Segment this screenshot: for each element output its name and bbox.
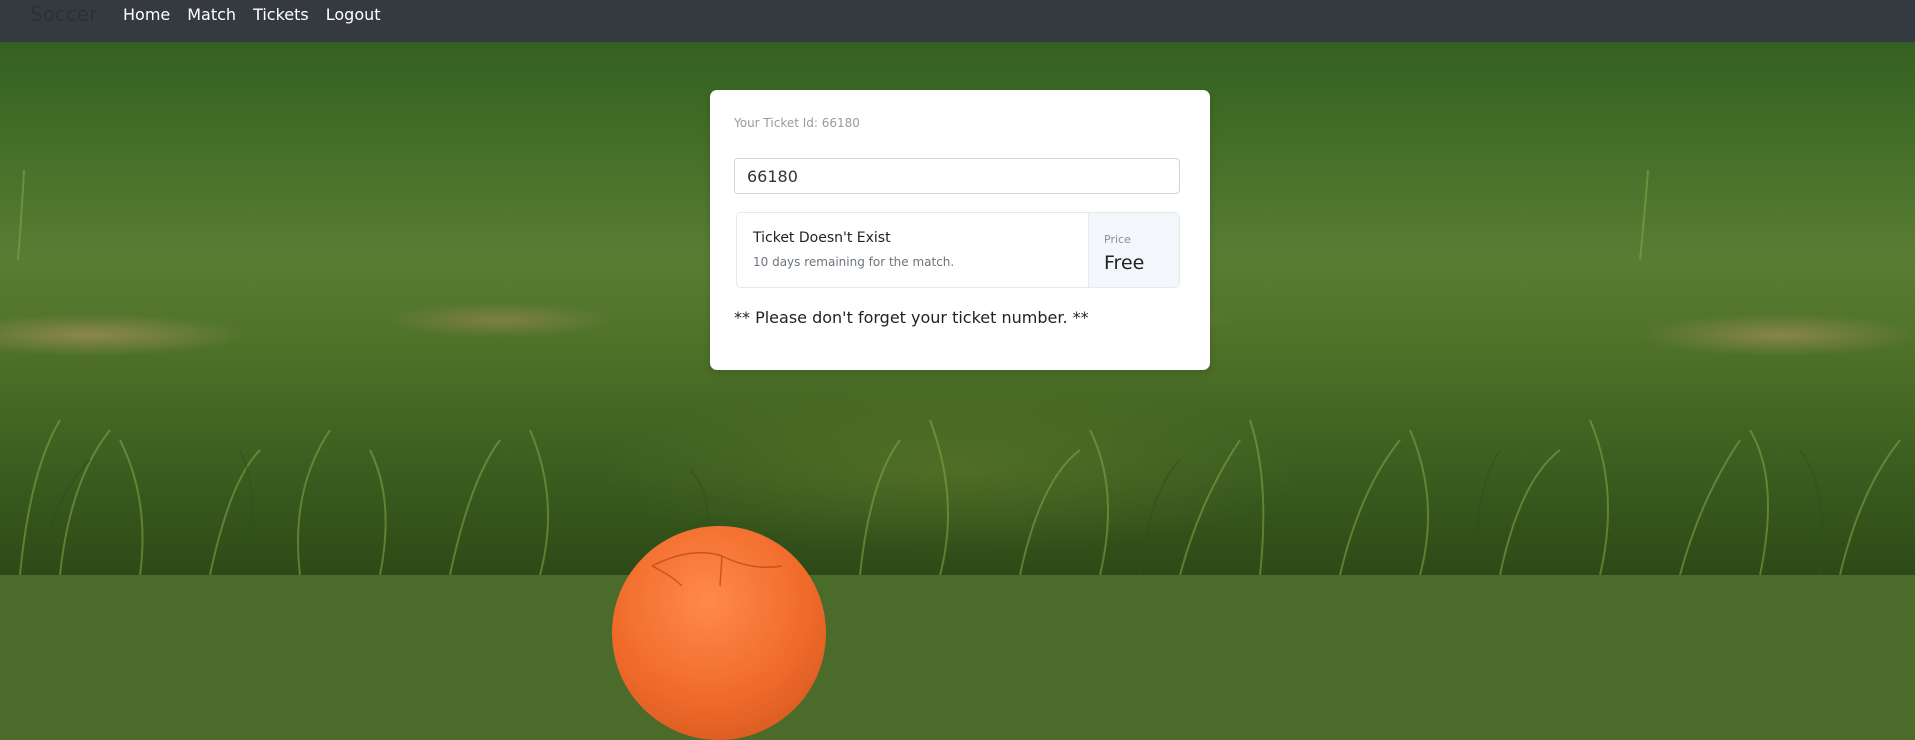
- brand-logo[interactable]: Soccer: [30, 2, 97, 26]
- nav-link-match[interactable]: Match: [187, 5, 245, 24]
- ticket-status-section: Ticket Doesn't Exist 10 days remaining f…: [737, 213, 1088, 287]
- ticket-id-label: Your Ticket Id: 66180: [734, 116, 860, 130]
- price-label: Price: [1104, 233, 1131, 246]
- nav-links: Home Match Tickets Logout: [123, 5, 398, 24]
- reminder-text: ** Please don't forget your ticket numbe…: [734, 308, 1089, 327]
- nav-link-home[interactable]: Home: [123, 5, 179, 24]
- ticket-status: Ticket Doesn't Exist: [753, 230, 891, 246]
- ball-seams: [651, 551, 783, 586]
- top-navbar: Soccer Home Match Tickets Logout: [0, 0, 1915, 42]
- nav-link-tickets[interactable]: Tickets: [253, 5, 318, 24]
- price-section: Price Free: [1088, 213, 1179, 287]
- nav-link-logout[interactable]: Logout: [326, 5, 390, 24]
- ticket-card: Your Ticket Id: 66180 Ticket Doesn't Exi…: [710, 90, 1210, 370]
- ticket-info-box: Ticket Doesn't Exist 10 days remaining f…: [736, 212, 1180, 288]
- ticket-id-input[interactable]: [734, 158, 1180, 194]
- price-value: Free: [1104, 252, 1145, 274]
- days-remaining: 10 days remaining for the match.: [753, 255, 955, 269]
